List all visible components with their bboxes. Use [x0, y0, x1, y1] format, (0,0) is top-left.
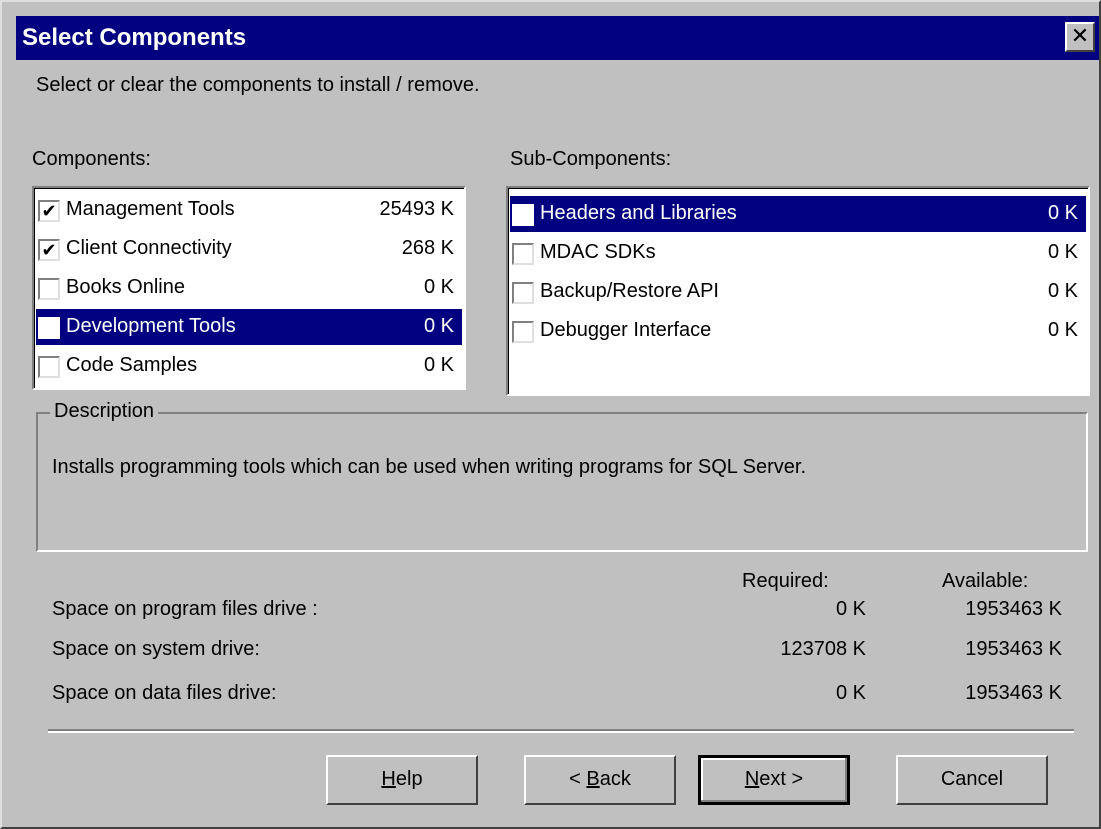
required-header: Required: — [742, 570, 829, 592]
title-bar[interactable]: Select Components ✕ — [16, 16, 1099, 60]
item-size: 0 K — [423, 276, 454, 298]
checkbox-icon[interactable] — [512, 282, 534, 304]
checkbox-icon[interactable] — [512, 243, 534, 265]
separator-line — [48, 729, 1074, 733]
checkbox-checked-icon[interactable]: ✔ — [38, 239, 60, 261]
close-icon: ✕ — [1070, 23, 1090, 48]
item-size: 0 K — [423, 354, 454, 376]
space-row-required: 123708 K — [780, 638, 866, 660]
item-name: Headers and Libraries — [540, 202, 737, 224]
components-item[interactable]: Code Samples 0 K — [36, 348, 462, 384]
components-item[interactable]: Books Online 0 K — [36, 270, 462, 306]
space-row-required: 0 K — [835, 682, 866, 704]
close-button[interactable]: ✕ — [1065, 22, 1095, 52]
checkbox-icon[interactable] — [38, 356, 60, 378]
space-row-label: Space on data files drive: — [52, 682, 277, 704]
item-name: Management Tools — [66, 198, 235, 220]
item-name: Development Tools — [66, 315, 236, 337]
space-row-available: 1953463 K — [965, 598, 1062, 620]
space-row-label: Space on program files drive : — [52, 598, 318, 620]
checkbox-icon[interactable] — [512, 321, 534, 343]
description-text: Installs programming tools which can be … — [52, 456, 807, 478]
item-size: 0 K — [1047, 319, 1078, 341]
item-name: Debugger Interface — [540, 319, 712, 341]
select-components-dialog: Select Components ✕ Select or clear the … — [0, 0, 1101, 829]
space-row-required: 0 K — [835, 598, 866, 620]
checkbox-icon[interactable] — [512, 204, 534, 226]
item-size: 25493 K — [379, 198, 454, 220]
instruction-text: Select or clear the components to instal… — [36, 74, 480, 96]
subcomponents-item[interactable]: MDAC SDKs 0 K — [510, 235, 1086, 271]
next-button[interactable]: Next > — [698, 755, 850, 805]
item-name: MDAC SDKs — [540, 241, 656, 263]
subcomponents-item[interactable]: Headers and Libraries 0 K — [510, 196, 1086, 232]
help-button[interactable]: Help — [326, 755, 478, 805]
checkbox-icon[interactable] — [38, 317, 60, 339]
item-size: 268 K — [401, 237, 454, 259]
subcomponents-item[interactable]: Debugger Interface 0 K — [510, 313, 1086, 349]
item-size: 0 K — [1047, 202, 1078, 224]
components-list[interactable]: ✔ Management Tools 25493 K ✔ Client Connecti… — [32, 186, 466, 390]
cancel-button[interactable]: Cancel — [896, 755, 1048, 805]
description-legend: Description — [50, 400, 159, 423]
item-size: 0 K — [1047, 280, 1078, 302]
item-name: Client Connectivity — [66, 237, 232, 259]
space-row-available: 1953463 K — [965, 682, 1062, 704]
space-row-label: Space on system drive: — [52, 638, 260, 660]
description-groupbox — [36, 412, 1088, 552]
item-size: 0 K — [423, 315, 454, 337]
item-name: Backup/Restore API — [540, 280, 719, 302]
dialog-title: Select Components — [22, 24, 247, 51]
subcomponents-label: Sub-Components: — [510, 148, 672, 170]
subcomponents-list[interactable]: Headers and Libraries 0 K MDAC SDKs 0 K Back… — [506, 186, 1090, 396]
space-row-available: 1953463 K — [965, 638, 1062, 660]
components-item[interactable]: Development Tools 0 K — [36, 309, 462, 345]
item-name: Code Samples — [66, 354, 198, 376]
components-label: Components: — [32, 148, 151, 170]
checkbox-icon[interactable] — [38, 278, 60, 300]
back-button[interactable]: < Back — [524, 755, 676, 805]
item-name: Books Online — [66, 276, 185, 298]
checkbox-checked-icon[interactable]: ✔ — [38, 200, 60, 222]
item-size: 0 K — [1047, 241, 1078, 263]
available-header: Available: — [942, 570, 1029, 592]
subcomponents-item[interactable]: Backup/Restore API 0 K — [510, 274, 1086, 310]
components-item[interactable]: ✔ Management Tools 25493 K — [36, 192, 462, 228]
components-item[interactable]: ✔ Client Connectivity 268 K — [36, 231, 462, 267]
